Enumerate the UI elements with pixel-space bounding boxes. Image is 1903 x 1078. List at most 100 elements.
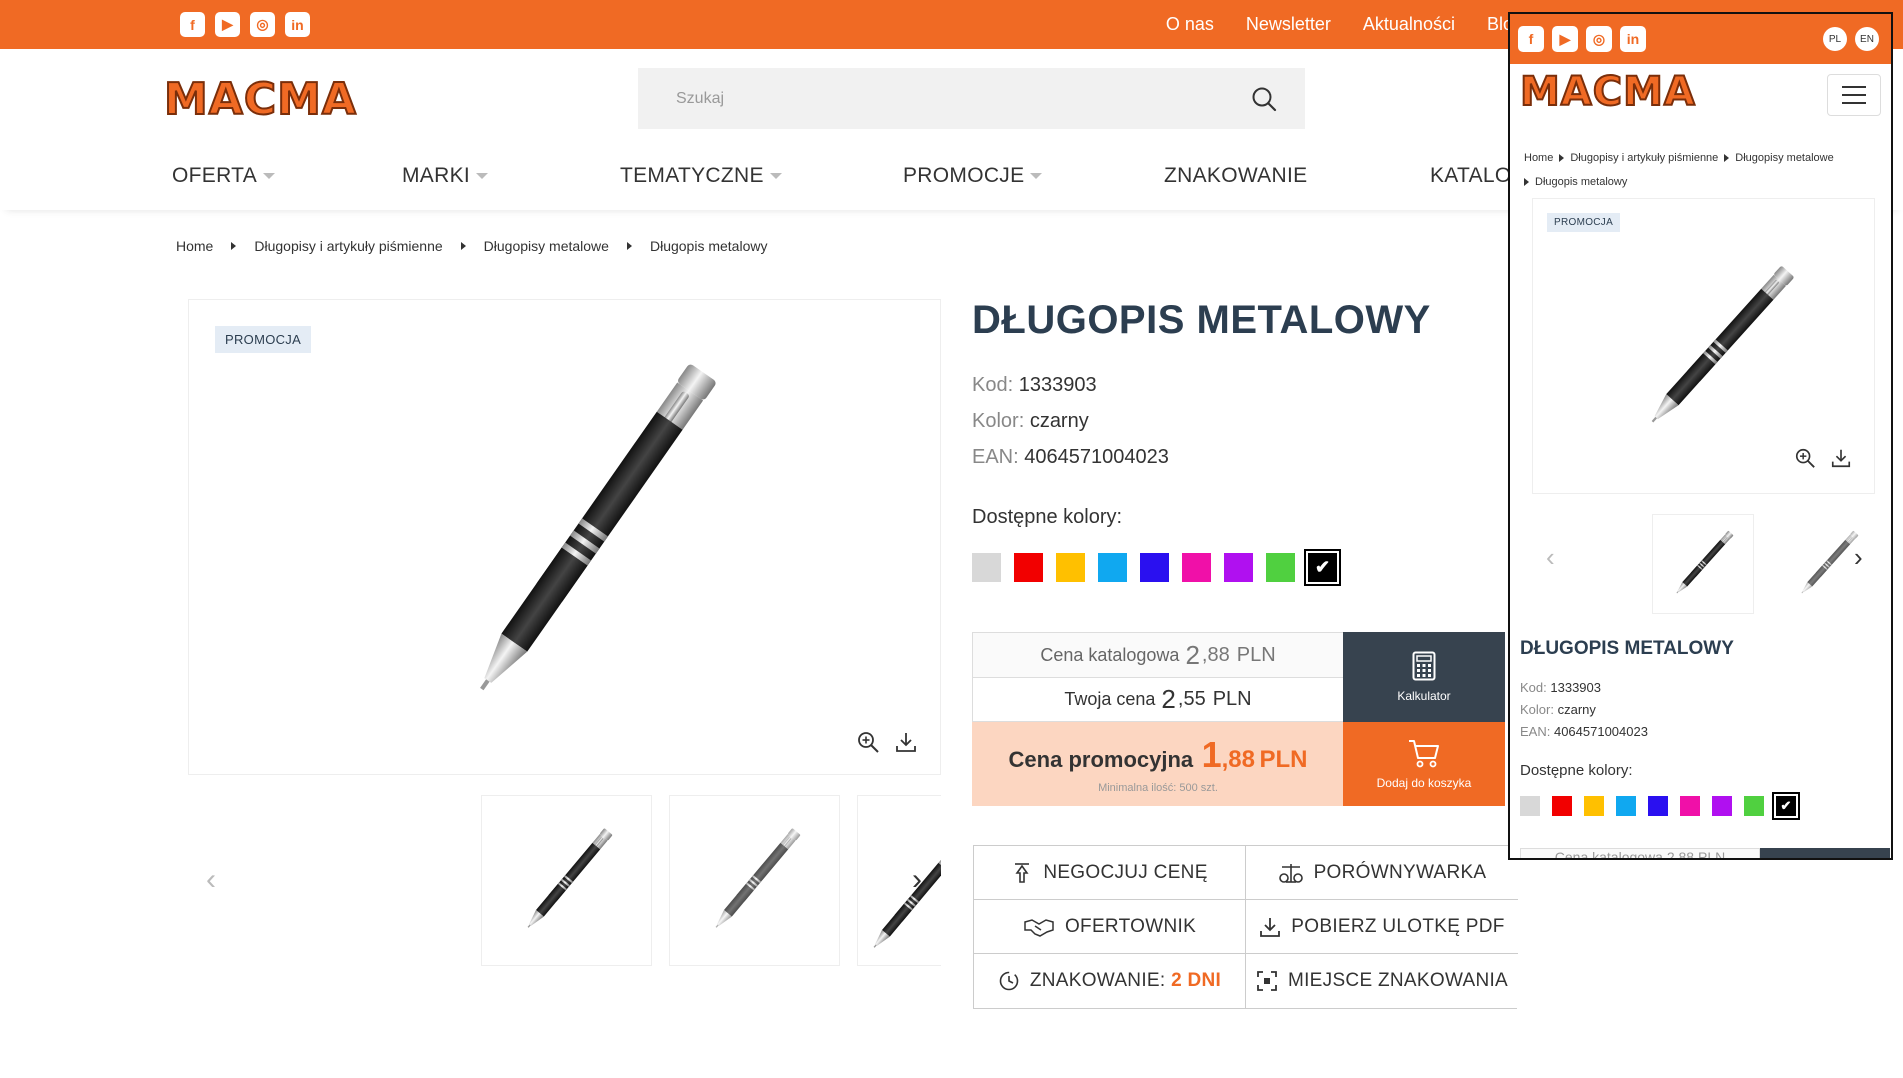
top-link-newsletter[interactable]: Newsletter — [1246, 14, 1331, 35]
thumbnail[interactable] — [481, 795, 652, 966]
ean-label: EAN: — [1520, 724, 1551, 739]
linkedin-icon[interactable]: in — [285, 12, 310, 37]
ean-value: 4064571004023 — [1553, 724, 1648, 739]
thumbnail-image — [711, 827, 801, 931]
color-swatch-niebieski[interactable] — [1140, 553, 1169, 582]
nav-label: MARKI — [402, 164, 471, 187]
facebook-icon[interactable]: f — [1518, 26, 1544, 52]
thumbnail[interactable] — [669, 795, 840, 966]
social-links: f ▶ ◎ in — [180, 12, 310, 37]
product-color: Kolor: czarny — [972, 410, 1089, 433]
instagram-icon[interactable]: ◎ — [1586, 26, 1612, 52]
youtube-icon[interactable]: ▶ — [1552, 26, 1578, 52]
hand-pointer-icon — [1015, 862, 1030, 883]
marking-value: 2 DNI — [1171, 970, 1222, 991]
calculator-label: Kalkulator — [1397, 689, 1451, 703]
thumbnail[interactable] — [1782, 514, 1884, 614]
lang-pl[interactable]: PL — [1823, 27, 1847, 51]
breadcrumb-category[interactable]: Długopisy i artykuły piśmienne — [1570, 152, 1718, 164]
calculator-button[interactable]: Kalkulator — [1343, 632, 1505, 722]
marking-time-button[interactable]: ZNAKOWANIE: 2 DNI — [974, 954, 1246, 1008]
color-swatch-czerwony[interactable] — [1552, 796, 1572, 816]
thumb-next-button[interactable]: › — [1854, 542, 1863, 573]
breadcrumb-subcategory[interactable]: Długopisy metalowe — [484, 238, 609, 254]
color-swatch-błękitny[interactable] — [1098, 553, 1127, 582]
breadcrumb-current: Długopis metalowy — [1535, 176, 1628, 188]
marking-label: ZNAKOWANIE: — [1029, 970, 1166, 991]
product-image-main[interactable]: PROMOCJA — [188, 299, 941, 775]
color-swatch-błękitny[interactable] — [1616, 796, 1636, 816]
thumb-prev-button[interactable]: ‹ — [1546, 542, 1555, 573]
facebook-icon[interactable]: f — [180, 12, 205, 37]
color-swatch-fioletowy[interactable] — [1712, 796, 1732, 816]
nav-item-oferta[interactable]: OFERTA — [172, 164, 276, 188]
top-link-about[interactable]: O nas — [1166, 14, 1214, 35]
search-icon[interactable] — [1251, 86, 1277, 112]
nav-item-znakowanie[interactable]: ZNAKOWANIE — [1164, 164, 1307, 188]
instagram-icon[interactable]: ◎ — [250, 12, 275, 37]
search-input[interactable] — [676, 89, 1176, 108]
breadcrumb-home[interactable]: Home — [176, 238, 213, 254]
thumb-next-button[interactable]: › — [894, 855, 940, 905]
color-swatch-szary[interactable] — [972, 553, 1001, 582]
zoom-in-icon[interactable] — [856, 730, 880, 754]
color-swatch-różowy[interactable] — [1680, 796, 1700, 816]
color-swatch-różowy[interactable] — [1182, 553, 1211, 582]
thumb-prev-button[interactable]: ‹ — [188, 855, 234, 905]
lang-en[interactable]: EN — [1855, 27, 1879, 51]
mobile-colors-title: Dostępne kolory: — [1520, 762, 1633, 779]
scales-icon — [1278, 863, 1303, 883]
chevron-right-icon — [1524, 178, 1529, 187]
thumbnail-strip: ‹ › — [188, 795, 941, 967]
color-swatch-zielony[interactable] — [1266, 553, 1295, 582]
negotiate-price-button[interactable]: NEGOCJUJ CENĘ — [974, 846, 1246, 900]
color-value: czarny — [1029, 410, 1089, 432]
color-swatch-żółty[interactable] — [1584, 796, 1604, 816]
logo[interactable]: MACMA — [163, 77, 357, 123]
zoom-in-icon[interactable] — [1794, 447, 1816, 469]
thumbnail[interactable] — [1652, 514, 1754, 614]
color-swatch-szary[interactable] — [1520, 796, 1540, 816]
color-swatches: ✔ — [972, 549, 1341, 586]
nav-item-marki[interactable]: MARKI — [402, 164, 489, 188]
linkedin-icon[interactable]: in — [1620, 26, 1646, 52]
breadcrumb-home[interactable]: Home — [1524, 152, 1553, 164]
breadcrumb-subcategory[interactable]: Długopisy metalowe — [1735, 152, 1833, 164]
nav-item-tematyczne[interactable]: TEMATYCZNE — [620, 164, 782, 188]
youtube-icon[interactable]: ▶ — [215, 12, 240, 37]
offer-creator-button[interactable]: OFERTOWNIK — [974, 900, 1246, 954]
mobile-product-image[interactable]: PROMOCJA — [1532, 198, 1875, 494]
color-swatch-czarny[interactable]: ✔ — [1304, 549, 1341, 586]
mobile-logo[interactable]: MACMA — [1519, 71, 1696, 113]
download-leaflet-button[interactable]: POBIERZ ULOTKĘ PDF — [1246, 900, 1518, 954]
mobile-breadcrumb: Home Długopisy i artykuły piśmienne Długop… — [1524, 146, 1884, 194]
color-swatch-niebieski[interactable] — [1648, 796, 1668, 816]
mobile-product-ean: EAN: 4064571004023 — [1520, 724, 1648, 739]
nav-item-promocje[interactable]: PROMOCJE — [903, 164, 1043, 188]
color-swatch-zielony[interactable] — [1744, 796, 1764, 816]
marking-place-button[interactable]: MIEJSCE ZNAKOWANIA — [1246, 954, 1518, 1008]
breadcrumb-category[interactable]: Długopisy i artykuły piśmienne — [254, 238, 442, 254]
top-link-news[interactable]: Aktualności — [1363, 14, 1455, 35]
calculator-icon — [1412, 651, 1436, 681]
hamburger-menu-icon[interactable] — [1827, 74, 1881, 116]
product-code: Kod: 1333903 — [972, 374, 1097, 397]
color-swatch-fioletowy[interactable] — [1224, 553, 1253, 582]
chevron-down-icon — [476, 173, 489, 179]
mobile-calculator-button[interactable] — [1760, 848, 1890, 858]
download-icon[interactable] — [1830, 447, 1852, 469]
marking-text: ZNAKOWANIE: 2 DNI — [1030, 970, 1221, 992]
color-swatch-czarny[interactable]: ✔ — [1772, 792, 1800, 820]
chevron-right-icon — [626, 242, 632, 250]
compare-button[interactable]: PORÓWNYWARKA — [1246, 846, 1518, 900]
add-to-cart-button[interactable]: Dodaj do koszyka — [1343, 722, 1505, 806]
clock-icon — [999, 971, 1019, 991]
color-swatch-żółty[interactable] — [1056, 553, 1085, 582]
color-label: Kolor: — [972, 410, 1025, 432]
color-value: czarny — [1557, 702, 1596, 717]
thumbnail-image — [523, 827, 613, 931]
chevron-down-icon — [769, 173, 782, 179]
color-swatch-czerwony[interactable] — [1014, 553, 1043, 582]
handshake-icon — [1024, 918, 1054, 937]
download-icon[interactable] — [894, 730, 918, 754]
